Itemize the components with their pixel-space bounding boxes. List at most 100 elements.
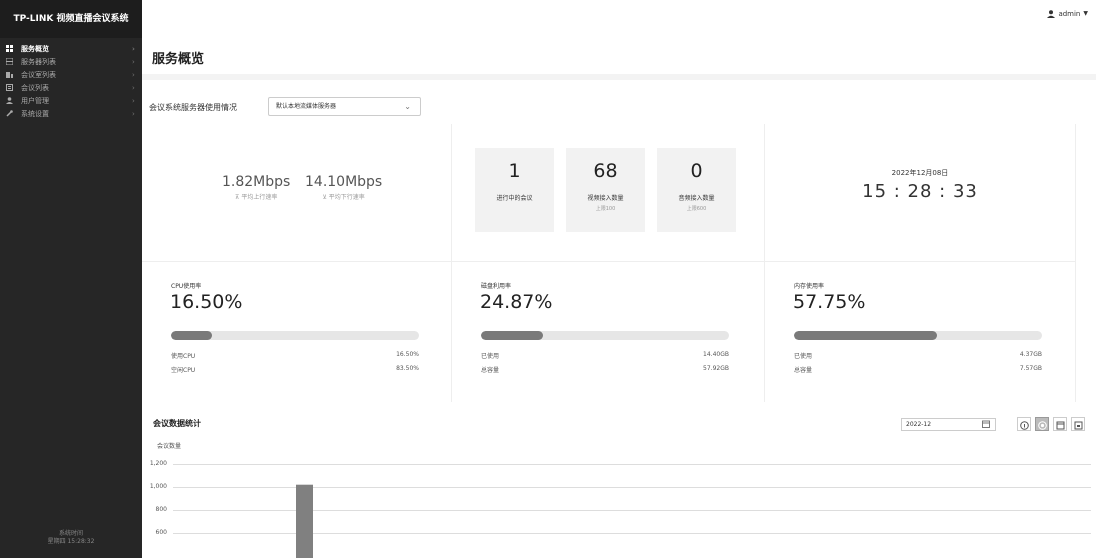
wrench-icon	[6, 110, 13, 117]
stats-title: 会议数据统计	[153, 419, 201, 428]
row-value: 57.92GB	[703, 365, 729, 372]
caret-down-icon: ▼	[1083, 10, 1088, 17]
sidebar-item-overview[interactable]: 服务概览 ›	[0, 42, 142, 55]
week-view-button[interactable]	[1053, 417, 1067, 431]
count-limit: 上限100	[595, 206, 616, 212]
disk-title: 磁盘利用率	[481, 283, 512, 290]
meeting-stats-chart	[296, 484, 313, 558]
count-limit: 上限600	[686, 206, 707, 212]
count-label: 视频接入数量	[587, 195, 624, 202]
arrow-down-icon: ⊻	[322, 194, 327, 201]
arrow-up-icon: ⊼	[234, 194, 240, 201]
server-select[interactable]: 默认本地流媒体服务器 ⌄	[268, 97, 421, 116]
cpu-used-row: 使用CPU 16.50%	[171, 351, 419, 360]
system-time-label: 系统时间	[58, 530, 83, 537]
count-label: 进行中的会议	[496, 195, 533, 202]
row-value: 83.50%	[396, 365, 419, 372]
page-title: 服务概览	[152, 52, 205, 67]
day-view-button[interactable]	[1071, 417, 1085, 431]
month-picker[interactable]: 2022-12	[901, 418, 996, 431]
memory-title: 内存使用率	[794, 283, 825, 290]
server-select-value: 默认本地流媒体服务器	[276, 103, 337, 110]
cpu-card: CPU使用率 16.50% 使用CPU 16.50% 空闲CPU 83.50%	[142, 262, 452, 402]
count-box-audio: 0 音频接入数量 上限600	[657, 148, 736, 232]
chevron-right-icon: ›	[132, 44, 135, 53]
memory-total-row: 总容量 7.57GB	[794, 365, 1042, 374]
chevron-right-icon: ›	[132, 109, 135, 118]
grid-icon	[6, 45, 13, 52]
calendar-icon	[982, 420, 990, 428]
sidebar-item-users[interactable]: 用户管理 ›	[0, 94, 142, 107]
disk-progress-bar	[481, 331, 729, 340]
sidebar-item-label: 服务概览	[21, 44, 49, 53]
row-value: 16.50%	[396, 351, 419, 358]
sidebar-item-label: 服务器列表	[21, 57, 56, 66]
room-icon	[6, 71, 13, 78]
sidebar-item-rooms[interactable]: 会议室列表 ›	[0, 68, 142, 81]
month-value: 2022-12	[906, 421, 932, 428]
chevron-right-icon: ›	[132, 57, 135, 66]
disk-progress-fill	[481, 331, 543, 340]
count-value: 68	[593, 160, 618, 182]
cpu-idle-row: 空闲CPU 83.50%	[171, 365, 419, 374]
disk-total-row: 总容量 57.92GB	[481, 365, 729, 374]
disk-percent: 24.87%	[480, 291, 553, 313]
row-value: 14.40GB	[703, 351, 729, 358]
memory-percent: 57.75%	[793, 291, 866, 313]
clock-card: 2022年12月08日 15 : 28 : 33	[765, 124, 1076, 262]
sidebar-item-label: 会议室列表	[21, 70, 56, 79]
sidebar-item-label: 会议列表	[21, 83, 49, 92]
disk-card: 磁盘利用率 24.87% 已使用 14.40GB 总容量 57.92GB	[452, 262, 765, 402]
memory-used-row: 已使用 4.37GB	[794, 351, 1042, 360]
row-value: 7.57GB	[1019, 365, 1042, 372]
sidebar-nav: 服务概览 › 服务器列表 › 会议室列表 › 会议列表 › 用户管理 › 系统设…	[0, 42, 142, 120]
count-box-meetings: 1 进行中的会议	[475, 148, 554, 232]
memory-progress-bar	[794, 331, 1042, 340]
server-icon	[6, 58, 13, 65]
cpu-percent: 16.50%	[170, 291, 243, 313]
calendar-week-icon	[1056, 415, 1065, 434]
network-card: 1.82Mbps ⊼ 平均上行速率 14.10Mbps ⊻ 平均下行速率	[142, 124, 452, 262]
system-time: 系统时间 星期四 15:28:32	[0, 530, 142, 546]
counts-card: 1 进行中的会议 68 视频接入数量 上限100 0 音频接入数量 上限600	[452, 124, 765, 262]
cpu-progress-bar	[171, 331, 419, 340]
sidebar-item-meetings[interactable]: 会议列表 ›	[0, 81, 142, 94]
info-icon	[1019, 415, 1029, 434]
upload-rate-value: 1.82Mbps	[222, 174, 291, 190]
sidebar-item-servers[interactable]: 服务器列表 ›	[0, 55, 142, 68]
sidebar: TP-LINK 视频直播会议系统 服务概览 › 服务器列表 › 会议室列表 › …	[0, 0, 142, 558]
month-view-icon	[1037, 415, 1047, 434]
download-rate-value: 14.10Mbps	[305, 174, 383, 190]
month-view-button[interactable]	[1035, 417, 1049, 431]
sidebar-item-label: 系统设置	[21, 109, 49, 118]
disk-used-row: 已使用 14.40GB	[481, 351, 729, 360]
row-label: 已使用	[481, 353, 500, 360]
user-menu[interactable]: admin ▼	[1047, 10, 1088, 18]
system-time-value: 星期四 15:28:32	[47, 538, 95, 545]
top-bar: admin ▼	[142, 0, 1096, 27]
chevron-right-icon: ›	[132, 83, 135, 92]
main-content: admin ▼ 服务概览 会议系统服务器使用情况 默认本地流媒体服务器 ⌄ 1.…	[142, 0, 1096, 558]
download-rate: 14.10Mbps ⊻ 平均下行速率	[305, 174, 382, 201]
usage-label: 会议系统服务器使用情况	[149, 103, 237, 112]
row-label: 已使用	[794, 353, 813, 360]
username: admin	[1058, 9, 1081, 18]
cpu-title: CPU使用率	[171, 283, 202, 290]
count-value: 1	[508, 160, 521, 182]
chevron-right-icon: ›	[132, 96, 135, 105]
download-rate-label: 平均下行速率	[328, 194, 365, 201]
sidebar-item-label: 用户管理	[21, 96, 49, 105]
upload-rate: 1.82Mbps ⊼ 平均上行速率	[222, 174, 290, 201]
divider	[142, 74, 1096, 80]
chevron-right-icon: ›	[132, 70, 135, 79]
sidebar-item-settings[interactable]: 系统设置 ›	[0, 107, 142, 120]
list-icon	[6, 84, 13, 91]
upload-rate-label: 平均上行速率	[241, 194, 278, 201]
row-label: 使用CPU	[171, 353, 196, 360]
clock-date: 2022年12月08日	[891, 169, 949, 177]
memory-card: 内存使用率 57.75% 已使用 4.37GB 总容量 7.57GB	[765, 262, 1076, 402]
chevron-down-icon: ⌄	[404, 102, 411, 111]
cpu-progress-fill	[171, 331, 212, 340]
info-view-button[interactable]	[1017, 417, 1031, 431]
calendar-day-icon	[1074, 415, 1083, 434]
